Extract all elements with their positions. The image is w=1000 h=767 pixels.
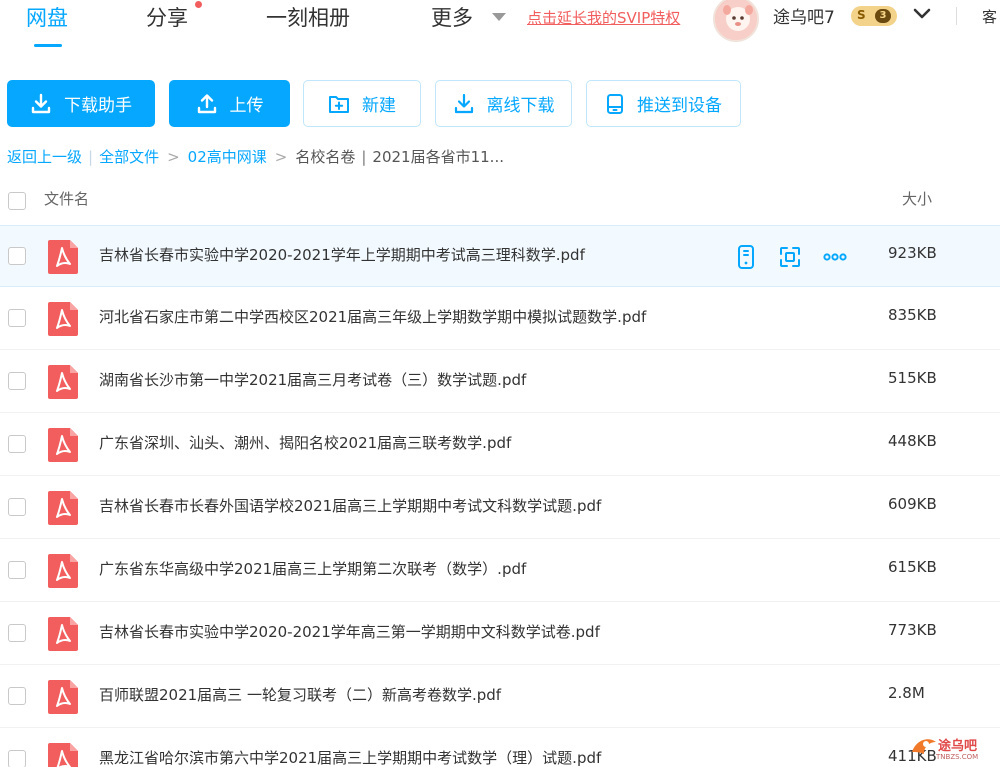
file-name[interactable]: 黑龙江省哈尔滨市第六中学2021届高三上学期期中考试数学（理）试题.pdf [99,747,601,767]
file-name[interactable]: 吉林省长春市实验中学2020-2021学年高三第一学期期中文科数学试卷.pdf [99,621,600,642]
row-checkbox[interactable] [8,750,26,767]
pdf-file-icon [48,491,78,525]
svip-badge-letter: S [857,8,866,22]
pdf-file-icon [48,365,78,399]
breadcrumb-folder-1[interactable]: 02高中网课 [188,146,267,167]
pdf-file-icon [48,302,78,336]
breadcrumb: 返回上一级 | 全部文件 > 02高中网课 > 名校名卷 | 2021届各省市1… [7,146,504,167]
download-helper-button[interactable]: 下载助手 [7,80,155,127]
upload-icon [197,93,216,113]
nav-tab-album[interactable]: 一刻相册 [266,2,350,32]
row-checkbox[interactable] [8,309,26,327]
upload-label: 上传 [229,96,264,116]
file-size: 615KB [888,558,937,576]
breadcrumb-folder-2[interactable]: 名校名卷 [295,146,355,167]
table-row[interactable]: 湖南省长沙市第一中学2021届高三月考试卷（三）数学试题.pdf 515KB [0,351,1000,413]
nav-active-indicator [34,44,62,47]
file-list-header: 文件名 大小 [0,182,1000,220]
table-row[interactable]: 广东省深圳、汕头、潮州、揭阳名校2021届高三联考数学.pdf 448KB [0,414,1000,476]
device-icon [607,93,623,114]
file-name[interactable]: 湖南省长沙市第一中学2021届高三月考试卷（三）数学试题.pdf [99,369,526,390]
pdf-file-icon [48,617,78,651]
user-avatar[interactable] [713,0,759,42]
file-size: 448KB [888,432,937,450]
row-checkbox[interactable] [8,498,26,516]
push-to-device-button[interactable]: 推送到设备 [586,80,741,127]
file-name[interactable]: 广东省东华高级中学2021届高三上学期第二次联考（数学）.pdf [99,558,526,579]
column-header-size[interactable]: 大小 [902,188,932,209]
more-caret-icon[interactable] [492,13,506,21]
breadcrumb-all-files[interactable]: 全部文件 [99,146,159,167]
pdf-file-icon [48,428,78,462]
file-size: 515KB [888,369,937,387]
file-name[interactable]: 河北省石家庄市第二中学西校区2021届高三年级上学期数学期中模拟试题数学.pdf [99,306,646,327]
row-checkbox[interactable] [8,372,26,390]
breadcrumb-back[interactable]: 返回上一级 [7,146,82,167]
row-checkbox[interactable] [8,561,26,579]
watermark-subtext: TNBZS.COM [936,753,979,761]
offline-download-icon [454,93,473,113]
breadcrumb-chevron-icon: > [274,147,288,166]
avatar-image-icon [715,0,757,40]
table-row[interactable]: 广东省东华高级中学2021届高三上学期第二次联考（数学）.pdf 615KB [0,540,1000,602]
chevron-down-icon[interactable] [912,6,932,22]
file-name[interactable]: 吉林省长春市实验中学2020-2021学年上学期期中考试高三理科数学.pdf [99,244,585,265]
file-size: 773KB [888,621,937,639]
file-size: 835KB [888,306,937,324]
file-size: 609KB [888,495,937,513]
username[interactable]: 途乌吧7 [773,3,835,28]
share-link-icon[interactable] [777,244,803,270]
table-row[interactable]: 河北省石家庄市第二中学西校区2021届高三年级上学期数学期中模拟试题数学.pdf… [0,288,1000,350]
offline-download-label: 离线下载 [486,96,555,116]
push-to-device-label: 推送到设备 [637,96,722,116]
new-folder-label: 新建 [362,96,396,116]
offline-download-button[interactable]: 离线下载 [435,80,572,127]
svip-renew-link[interactable]: 点击延长我的SVIP特权 [527,7,680,28]
file-name[interactable]: 广东省深圳、汕头、潮州、揭阳名校2021届高三联考数学.pdf [99,432,511,453]
more-options-icon[interactable] [822,244,848,270]
upload-button[interactable]: 上传 [169,80,290,127]
pdf-file-icon [48,743,78,767]
download-helper-label: 下载助手 [64,96,132,116]
table-row[interactable]: 吉林省长春市实验中学2020-2021学年上学期期中考试高三理科数学.pdf 92… [0,225,1000,287]
file-size: 2.8M [888,684,925,702]
table-row[interactable]: 吉林省长春市实验中学2020-2021学年高三第一学期期中文科数学试卷.pdf 7… [0,603,1000,665]
row-checkbox[interactable] [8,624,26,642]
send-to-phone-icon[interactable] [733,244,759,270]
watermark-text: 途乌吧 [938,739,978,754]
nav-tab-share[interactable]: 分享 [146,2,188,32]
pdf-file-icon [48,240,78,274]
breadcrumb-chevron-icon: > [167,147,180,166]
nav-truncated-item[interactable]: 客 [982,6,997,27]
new-folder-button[interactable]: 新建 [303,80,421,127]
breadcrumb-divider: | [361,147,367,166]
row-checkbox[interactable] [8,687,26,705]
table-row[interactable]: 黑龙江省哈尔滨市第六中学2021届高三上学期期中考试数学（理）试题.pdf 411… [0,729,1000,767]
pdf-file-icon [48,554,78,588]
select-all-checkbox[interactable] [8,192,26,210]
nav-tab-netdisk[interactable]: 网盘 [26,2,68,32]
nav-tab-more[interactable]: 更多 [431,2,473,32]
new-folder-icon [329,95,349,113]
svip-badge-level: 3 [875,9,891,23]
pdf-file-icon [48,680,78,714]
nav-divider [956,7,957,25]
table-row[interactable]: 百师联盟2021届高三 一轮复习联考（二）新高考卷数学.pdf 2.8M [0,666,1000,728]
file-name[interactable]: 百师联盟2021届高三 一轮复习联考（二）新高考卷数学.pdf [99,684,501,705]
svip-level-badge[interactable]: S 3 [851,6,897,26]
column-header-name[interactable]: 文件名 [44,188,89,209]
breadcrumb-divider: | [88,147,94,166]
file-size: 923KB [888,244,937,262]
row-checkbox[interactable] [8,247,26,265]
top-nav: 网盘 分享 一刻相册 更多 点击延长我的SVIP特权 途乌吧7 S 3 客 [0,0,1000,58]
share-notification-dot [195,1,202,8]
breadcrumb-current: 2021届各省市11... [372,148,504,166]
file-name[interactable]: 吉林省长春市长春外国语学校2021届高三上学期期中考试文科数学试题.pdf [99,495,601,516]
download-icon [31,93,51,113]
table-row[interactable]: 吉林省长春市长春外国语学校2021届高三上学期期中考试文科数学试题.pdf 609… [0,477,1000,539]
row-checkbox[interactable] [8,435,26,453]
